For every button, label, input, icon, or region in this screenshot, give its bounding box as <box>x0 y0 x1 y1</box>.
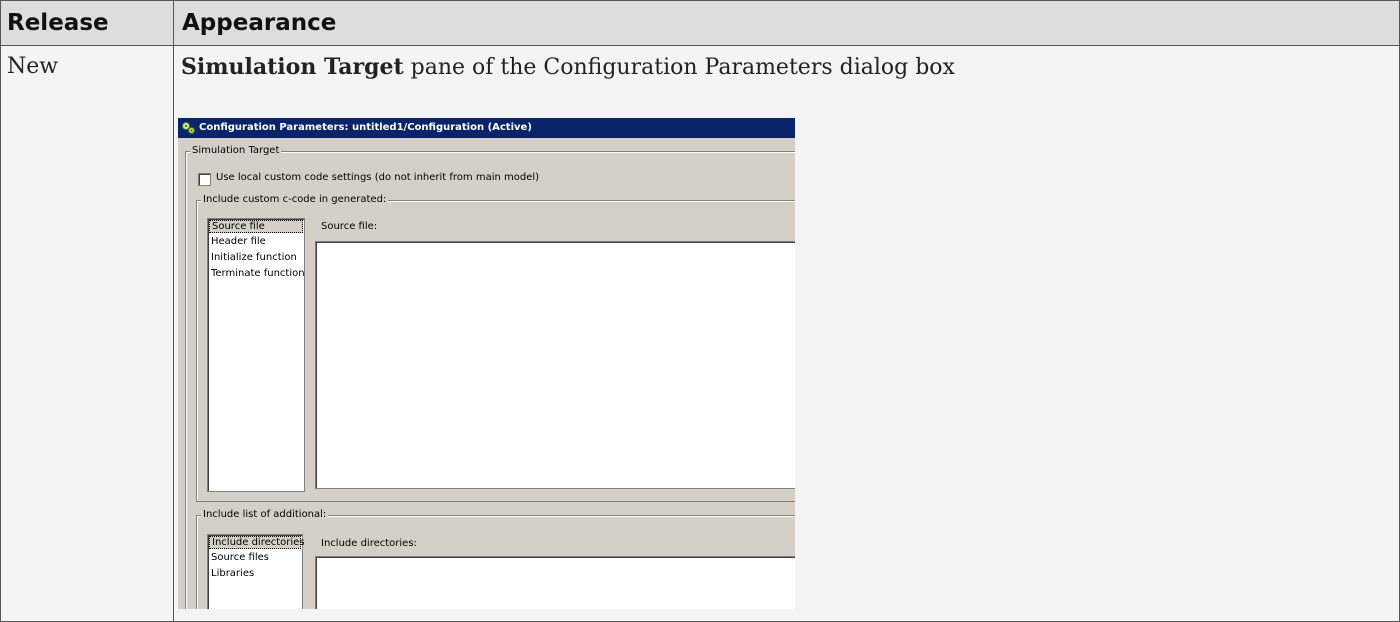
table-border-left <box>0 0 1 622</box>
additional-listbox[interactable]: Include directories Source files Librari… <box>207 534 305 609</box>
header-release: Release <box>7 10 109 36</box>
dialog-titlebar[interactable]: Configuration Parameters: untitled1/Conf… <box>178 118 795 138</box>
release-cell: New <box>7 54 59 79</box>
source-file-textarea[interactable] <box>315 241 795 489</box>
list-item-source-files[interactable]: Source files <box>211 552 269 563</box>
dialog-title: Configuration Parameters: untitled1/Conf… <box>199 122 532 133</box>
list-item-source-file[interactable]: Source file <box>209 220 303 233</box>
simulink-gear-icon <box>182 122 195 134</box>
header-appearance: Appearance <box>182 10 337 36</box>
use-local-custom-code-checkbox[interactable] <box>198 173 211 186</box>
configuration-parameters-dialog: Configuration Parameters: untitled1/Conf… <box>178 118 795 609</box>
source-file-label: Source file: <box>321 221 378 232</box>
pane-name: Simulation Target <box>181 54 404 80</box>
additional-group-label: Include list of additional: <box>201 509 329 520</box>
list-item-include-directories[interactable]: Include directories <box>209 536 305 549</box>
include-directories-label: Include directories: <box>321 538 417 549</box>
custom-code-listbox[interactable]: Source file Header file Initialize funct… <box>207 218 305 492</box>
column-divider <box>173 0 174 622</box>
list-item-libraries[interactable]: Libraries <box>211 568 254 579</box>
list-item-initialize-function[interactable]: Initialize function <box>211 252 297 263</box>
table-header-row: Release Appearance <box>0 0 1400 46</box>
use-local-custom-code-label: Use local custom code settings (do not i… <box>216 172 540 183</box>
appearance-text: pane of the Configuration Parameters dia… <box>403 55 955 80</box>
list-item-header-file[interactable]: Header file <box>211 236 266 247</box>
simulation-target-group-label: Simulation Target <box>190 145 282 156</box>
custom-code-group-label: Include custom c-code in generated: <box>201 194 389 205</box>
include-directories-textarea[interactable] <box>315 556 795 609</box>
list-item-terminate-function[interactable]: Terminate function <box>211 268 305 279</box>
appearance-description: Simulation Target pane of the Configurat… <box>181 54 955 80</box>
